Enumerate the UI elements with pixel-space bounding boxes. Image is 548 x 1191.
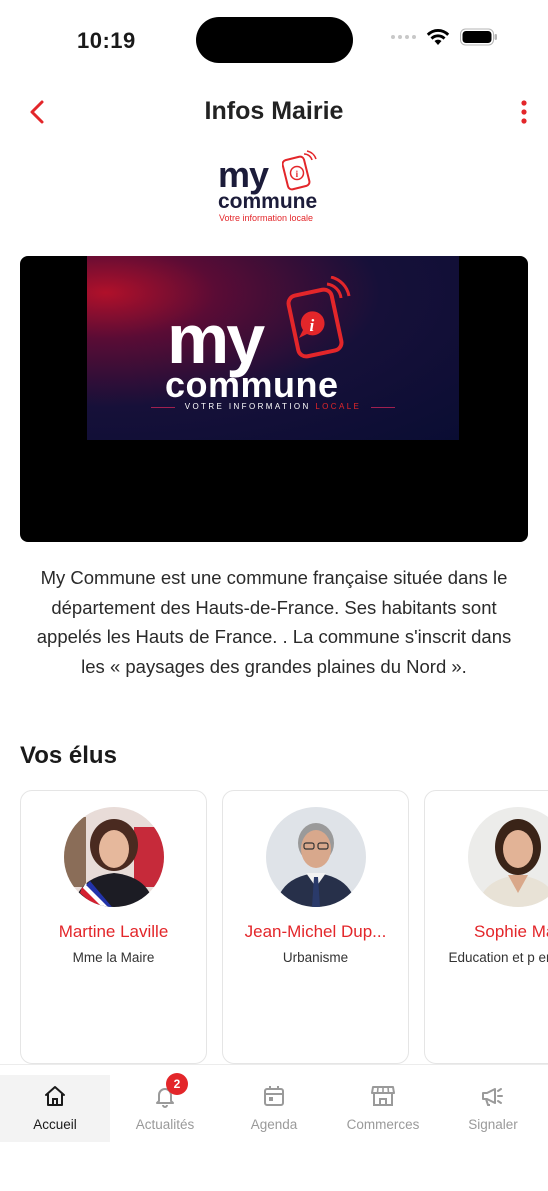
bell-icon: 2 [153,1073,188,1111]
tab-signaler[interactable]: Signaler [438,1075,548,1142]
app-logo: my i commune Votre information locale [214,146,338,228]
calendar-icon [262,1081,286,1111]
store-icon [370,1081,396,1111]
page-title: Infos Mairie [204,97,344,125]
battery-icon [460,28,497,46]
status-time: 10:19 [77,28,136,53]
notification-badge: 2 [166,1073,188,1095]
elu-avatar [64,807,164,907]
elu-card[interactable]: Sophie Mar Education et p enfance [424,790,548,1064]
status-icons [391,28,498,46]
tab-accueil-label: Accueil [33,1117,77,1132]
phone-info-icon: i [286,276,351,359]
elu-name: Martine Laville [58,922,169,941]
wifi-icon [426,29,450,45]
elu-role: Urbanisme [282,950,349,965]
svg-text:i: i [310,316,315,335]
tab-commerces[interactable]: Commerces [328,1075,438,1142]
elus-section-title: Vos élus [20,742,117,769]
elu-avatar [266,807,366,907]
home-icon [43,1081,67,1111]
megaphone-icon [480,1081,506,1111]
dynamic-island [196,17,353,63]
elus-carousel[interactable]: Martine Laville Mme la Maire Jean-Michel… [20,790,548,1064]
elu-name: Jean-Michel Dup... [244,922,387,941]
elu-role: Education et p enfance [448,950,548,965]
tab-actualites[interactable]: 2 Actualités [110,1073,220,1142]
logo-tagline: Votre information locale [219,213,314,223]
elu-card[interactable]: Martine Laville Mme la Maire [20,790,207,1064]
signal-icon [391,35,416,39]
tab-agenda[interactable]: Agenda [219,1075,329,1142]
elu-role: Mme la Maire [72,950,155,965]
logo-word-commune: commune [218,190,318,213]
more-vertical-icon [521,100,527,124]
info-bubble-icon: i [282,150,317,191]
banner-divider-right [371,407,395,408]
navigation-bar: Infos Mairie [0,85,548,137]
bottom-tab-bar: Accueil 2 Actualités Agenda Commerces Si… [0,1064,548,1191]
tab-actualites-label: Actualités [135,1117,195,1132]
banner-image: my i commune VOTRE INFORMATION LOCALE [87,256,459,440]
hero-banner: my i commune VOTRE INFORMATION LOCALE [20,256,528,542]
elu-name: Sophie Mar [474,922,548,941]
status-bar: 10:19 [0,0,548,80]
banner-word-commune: commune [165,364,339,405]
banner-tagline-main: VOTRE INFORMATION [184,402,316,411]
tab-signaler-label: Signaler [468,1117,518,1132]
commune-description: My Commune est une commune française sit… [36,567,512,677]
elu-avatar [468,807,548,907]
more-options-button[interactable] [514,97,534,127]
banner-tagline: VOTRE INFORMATION LOCALE [87,402,459,411]
elu-card[interactable]: Jean-Michel Dup... Urbanisme [222,790,409,1064]
tab-commerces-label: Commerces [346,1117,420,1132]
tab-accueil[interactable]: Accueil [0,1075,110,1142]
banner-tagline-accent: LOCALE [315,402,362,411]
tab-agenda-label: Agenda [250,1117,298,1132]
